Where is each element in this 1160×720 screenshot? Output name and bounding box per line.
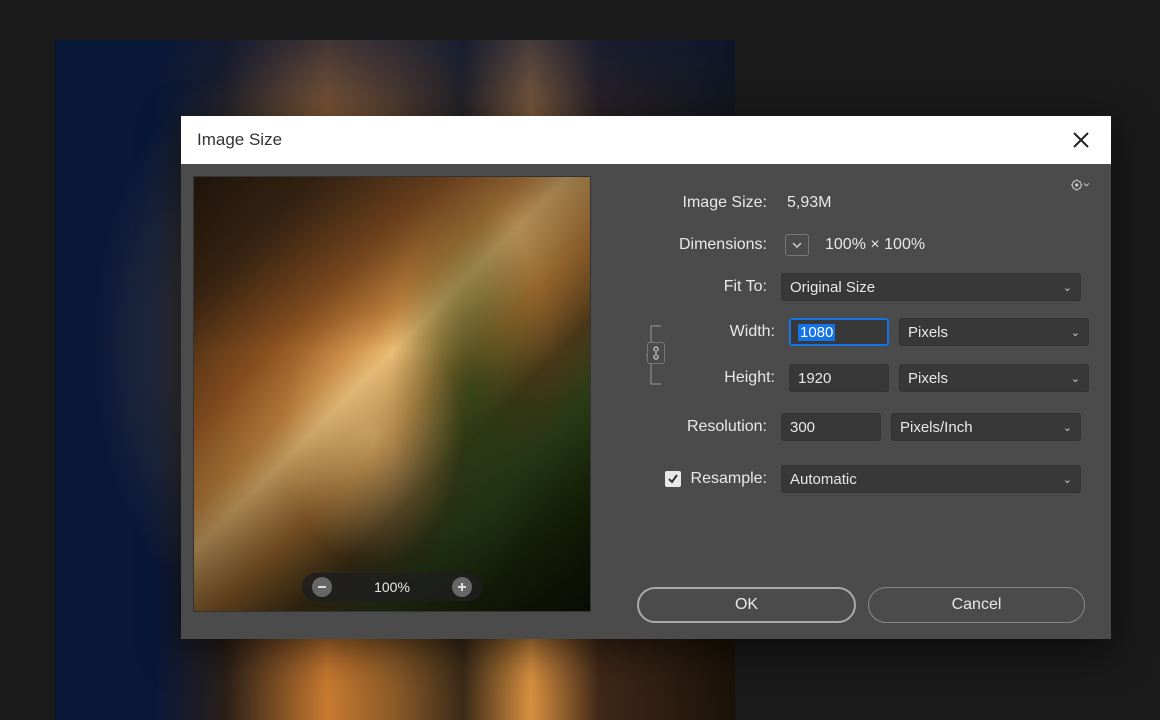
ok-button[interactable]: OK (637, 587, 856, 623)
fit-to-row: Fit To: Original Size ⌄ (611, 266, 1089, 308)
chevron-down-icon (792, 242, 802, 248)
height-input[interactable]: 1920 (789, 364, 889, 392)
gear-icon (1071, 178, 1089, 192)
dialog-titlebar: Image Size (181, 116, 1111, 164)
width-input[interactable]: 1080 (789, 318, 889, 346)
dimensions-label: Dimensions: (611, 236, 771, 254)
dimensions-row: Dimensions: 100% × 100% (611, 224, 1089, 266)
height-label: Height: (679, 369, 779, 387)
dialog-buttons: OK Cancel (611, 579, 1089, 627)
image-size-label: Image Size: (611, 194, 771, 212)
close-button[interactable] (1067, 126, 1095, 154)
image-size-dialog: Image Size 100% Image Size: 5,93M (181, 116, 1111, 639)
zoom-out-button[interactable] (312, 577, 332, 597)
chevron-down-icon: ⌄ (1071, 326, 1080, 339)
plus-icon (457, 582, 467, 592)
check-icon (667, 473, 679, 485)
width-value: 1080 (798, 324, 835, 341)
fit-to-label: Fit To: (611, 278, 771, 296)
zoom-level: 100% (362, 579, 422, 595)
resample-label: Resample: (691, 470, 767, 488)
dialog-title: Image Size (197, 130, 282, 150)
resample-checkbox[interactable] (665, 471, 681, 487)
dimensions-unit-toggle[interactable] (785, 234, 809, 256)
image-size-value: 5,93M (781, 194, 831, 212)
controls-panel: Image Size: 5,93M Dimensions: 100% × 100… (611, 176, 1099, 627)
resolution-unit-value: Pixels/Inch (900, 419, 973, 436)
fit-to-value: Original Size (790, 279, 875, 296)
height-unit-select[interactable]: Pixels ⌄ (899, 364, 1089, 392)
resolution-value: 300 (790, 419, 815, 436)
dialog-body: 100% Image Size: 5,93M Dimensions: 100% … (181, 164, 1111, 639)
dimensions-value: 100% × 100% (819, 236, 925, 254)
resample-select[interactable]: Automatic ⌄ (781, 465, 1081, 493)
zoom-in-button[interactable] (452, 577, 472, 597)
chevron-down-icon: ⌄ (1071, 372, 1080, 385)
image-size-row: Image Size: 5,93M (611, 182, 1089, 224)
fit-to-select[interactable]: Original Size ⌄ (781, 273, 1081, 301)
resolution-input[interactable]: 300 (781, 413, 881, 441)
chevron-down-icon: ⌄ (1063, 281, 1072, 294)
resample-row: Resample: Automatic ⌄ (611, 458, 1089, 500)
resolution-row: Resolution: 300 Pixels/Inch ⌄ (611, 406, 1089, 448)
cancel-button[interactable]: Cancel (868, 587, 1085, 623)
height-unit-value: Pixels (908, 370, 948, 387)
link-icon (651, 346, 661, 360)
minus-icon (317, 582, 327, 592)
image-preview[interactable]: 100% (193, 176, 591, 612)
width-label: Width: (679, 323, 779, 341)
zoom-controls: 100% (302, 573, 482, 601)
chevron-down-icon: ⌄ (1063, 473, 1072, 486)
resample-value: Automatic (790, 471, 857, 488)
chevron-down-icon: ⌄ (1063, 421, 1072, 434)
resolution-label: Resolution: (611, 418, 771, 436)
width-unit-select[interactable]: Pixels ⌄ (899, 318, 1089, 346)
settings-button[interactable] (1071, 178, 1089, 197)
resolution-unit-select[interactable]: Pixels/Inch ⌄ (891, 413, 1081, 441)
width-height-group: Width: 1080 Pixels ⌄ Height: 1920 Pixels… (611, 314, 1089, 396)
close-icon (1072, 131, 1090, 149)
width-unit-value: Pixels (908, 324, 948, 341)
constrain-proportions-button[interactable] (647, 342, 665, 364)
height-value: 1920 (798, 370, 831, 387)
